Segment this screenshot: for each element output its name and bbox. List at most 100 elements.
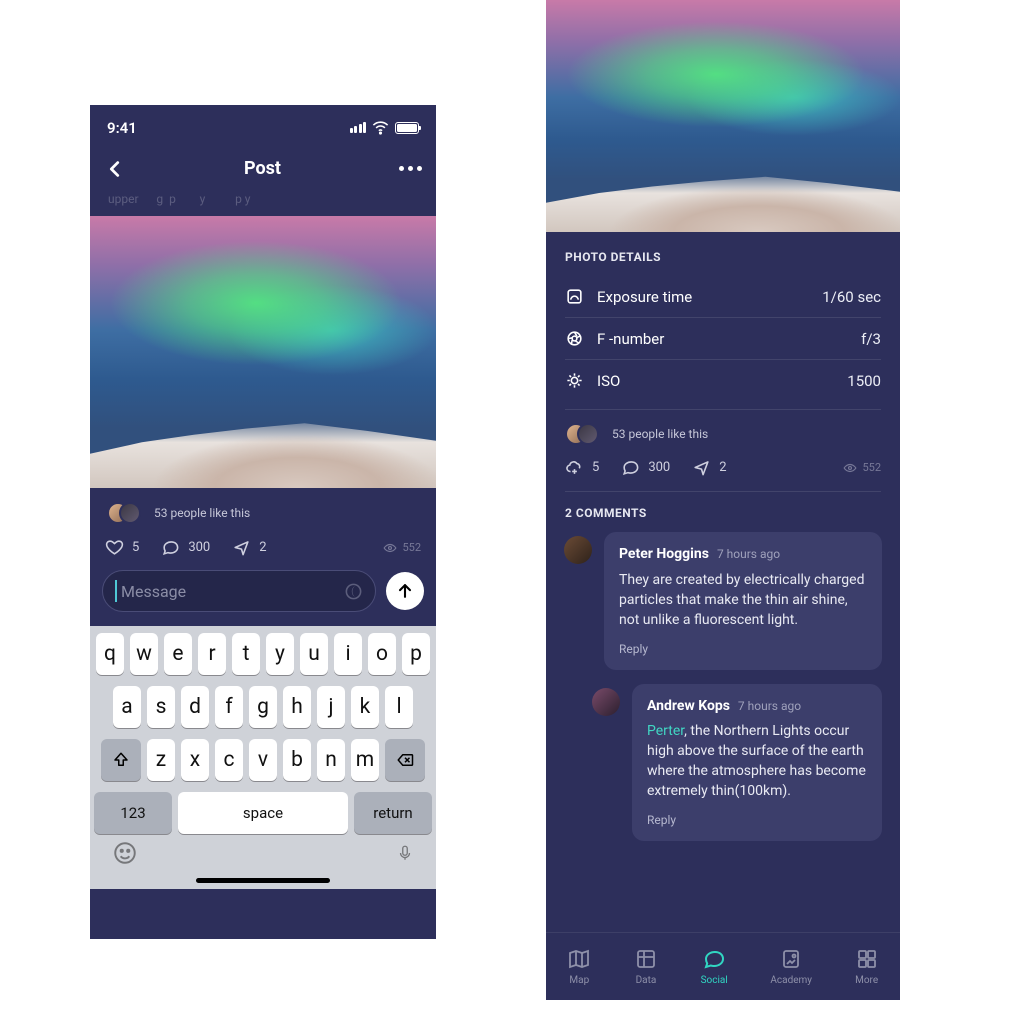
back-icon[interactable] <box>104 158 126 180</box>
detail-value: f/3 <box>861 330 881 348</box>
more-grid-icon <box>855 947 879 971</box>
tab-label: Academy <box>770 975 812 986</box>
share-button[interactable]: 2 <box>232 538 266 557</box>
phone-post-details: PHOTO DETAILS Exposure time1/60 secF -nu… <box>546 0 900 1000</box>
detail-value: 1500 <box>847 372 881 390</box>
key-d[interactable]: d <box>181 686 209 728</box>
tab-map[interactable]: Map <box>567 947 591 986</box>
key-r[interactable]: r <box>198 633 226 675</box>
tab-academy[interactable]: Academy <box>770 947 812 986</box>
moon-icon[interactable] <box>344 582 363 601</box>
emoji-icon[interactable] <box>112 840 138 866</box>
mention[interactable]: Perter <box>647 723 684 739</box>
key-i[interactable]: i <box>334 633 362 675</box>
avatar[interactable] <box>592 688 620 716</box>
likes-text: 53 people like this <box>154 506 250 520</box>
views-count: 552 <box>383 541 421 555</box>
comment-bubble: Andrew Kops7 hours ago Perter, the North… <box>632 684 882 841</box>
key-q[interactable]: q <box>96 633 124 675</box>
numbers-key[interactable]: 123 <box>94 792 172 834</box>
key-u[interactable]: u <box>300 633 328 675</box>
comment-bubble: Peter Hoggins7 hours ago They are create… <box>604 532 882 670</box>
key-e[interactable]: e <box>164 633 192 675</box>
comment-icon <box>621 458 640 477</box>
home-indicator[interactable] <box>196 878 330 883</box>
social-icon <box>702 947 726 971</box>
heart-icon <box>105 538 124 557</box>
message-bar: Message <box>90 570 436 626</box>
avatar[interactable] <box>564 536 592 564</box>
key-k[interactable]: k <box>351 686 379 728</box>
like-button[interactable]: 5 <box>105 538 139 557</box>
post-header: Post <box>90 145 436 192</box>
key-v[interactable]: v <box>249 739 277 781</box>
comment-button[interactable]: 300 <box>621 458 670 477</box>
key-g[interactable]: g <box>249 686 277 728</box>
share-icon <box>692 458 711 477</box>
key-f[interactable]: f <box>215 686 243 728</box>
space-key[interactable]: space <box>178 792 348 834</box>
post-image[interactable] <box>546 0 900 232</box>
key-c[interactable]: c <box>215 739 243 781</box>
tab-label: Map <box>569 975 589 986</box>
key-z[interactable]: z <box>147 739 175 781</box>
detail-row-iso: ISO1500 <box>546 360 900 401</box>
keyboard: qwertyuiop asdfghjkl zxcvbnm 123 space r… <box>90 626 436 889</box>
keyboard-row-3: zxcvbnm <box>94 739 432 781</box>
key-y[interactable]: y <box>266 633 294 675</box>
likes-row[interactable]: 53 people like this <box>90 488 436 538</box>
share-button[interactable]: 2 <box>692 458 726 477</box>
comment-time: 7 hours ago <box>738 699 801 713</box>
backspace-icon <box>394 751 416 769</box>
comment-count: 300 <box>648 460 670 475</box>
tab-label: More <box>855 975 878 986</box>
send-button[interactable] <box>386 572 424 610</box>
message-input[interactable]: Message <box>102 570 376 612</box>
comment-item-reply: Andrew Kops7 hours ago Perter, the North… <box>546 684 900 855</box>
reply-link[interactable]: Reply <box>647 812 867 829</box>
commenter-name[interactable]: Peter Hoggins <box>619 546 709 562</box>
key-a[interactable]: a <box>113 686 141 728</box>
key-x[interactable]: x <box>181 739 209 781</box>
detail-row-aperture: F -numberf/3 <box>546 318 900 359</box>
like-button[interactable]: 5 <box>565 458 599 477</box>
share-icon <box>232 538 251 557</box>
detail-row-exposure: Exposure time1/60 sec <box>546 276 900 317</box>
tab-label: Data <box>636 975 657 986</box>
key-p[interactable]: p <box>402 633 430 675</box>
key-t[interactable]: t <box>232 633 260 675</box>
counters-row: 5 300 2 552 <box>90 538 436 570</box>
eye-icon <box>843 461 857 475</box>
cellular-icon <box>350 122 367 133</box>
likes-row[interactable]: 53 people like this <box>546 410 900 458</box>
key-h[interactable]: h <box>283 686 311 728</box>
key-w[interactable]: w <box>130 633 158 675</box>
tab-more[interactable]: More <box>855 947 879 986</box>
shift-key[interactable] <box>101 739 141 781</box>
shift-icon <box>112 751 130 769</box>
commenter-name[interactable]: Andrew Kops <box>647 698 730 714</box>
key-b[interactable]: b <box>283 739 311 781</box>
return-key[interactable]: return <box>354 792 432 834</box>
status-icons <box>350 118 420 137</box>
comment-item: Peter Hoggins7 hours ago They are create… <box>546 532 900 684</box>
mic-icon[interactable] <box>396 840 414 866</box>
counters-row: 5 300 2 552 <box>546 458 900 491</box>
key-j[interactable]: j <box>317 686 345 728</box>
photo-details-title: PHOTO DETAILS <box>546 232 900 276</box>
key-m[interactable]: m <box>351 739 379 781</box>
post-image[interactable] <box>90 216 436 488</box>
comment-icon <box>161 538 180 557</box>
key-n[interactable]: n <box>317 739 345 781</box>
backspace-key[interactable] <box>385 739 425 781</box>
tab-social[interactable]: Social <box>701 947 728 986</box>
key-o[interactable]: o <box>368 633 396 675</box>
academy-icon <box>779 947 803 971</box>
tab-data[interactable]: Data <box>634 947 658 986</box>
share-count: 2 <box>259 540 266 555</box>
comment-button[interactable]: 300 <box>161 538 210 557</box>
key-s[interactable]: s <box>147 686 175 728</box>
reply-link[interactable]: Reply <box>619 641 867 658</box>
more-icon[interactable] <box>399 166 422 171</box>
key-l[interactable]: l <box>385 686 413 728</box>
